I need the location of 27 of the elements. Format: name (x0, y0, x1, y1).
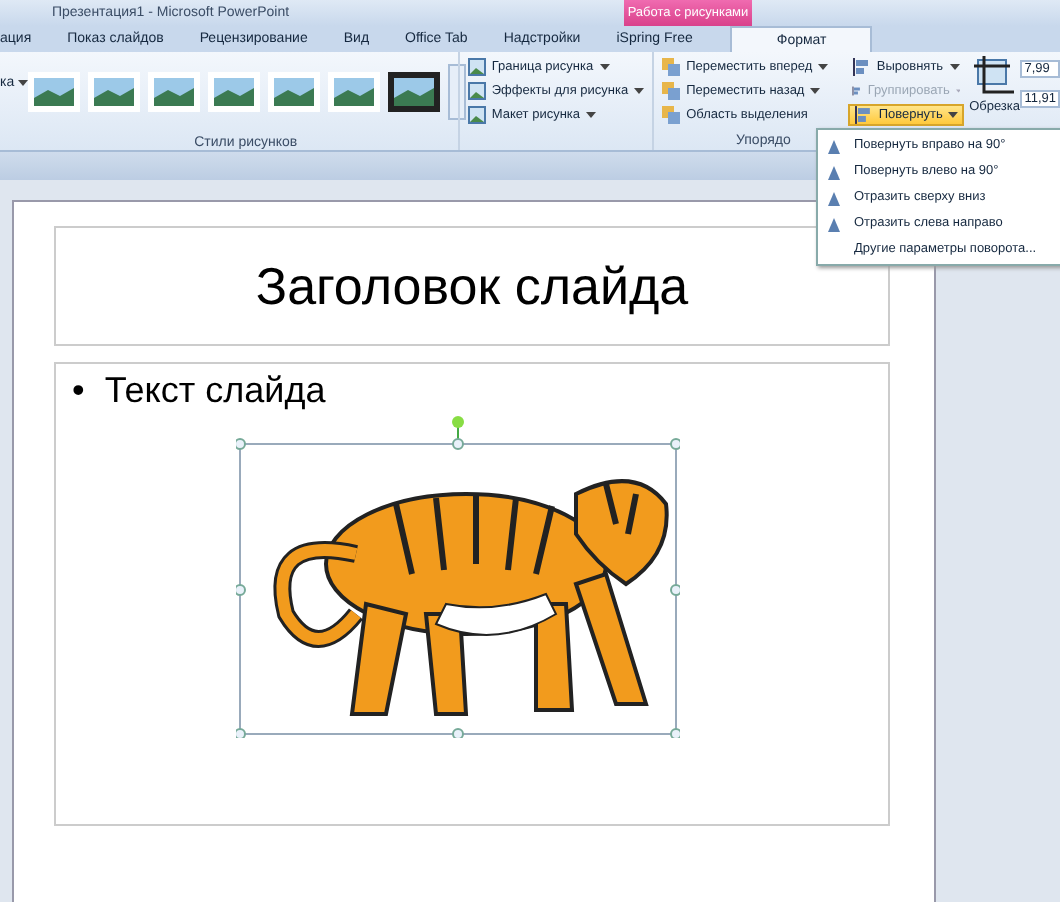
align-icon (854, 106, 873, 124)
caret-icon (599, 64, 610, 70)
slide-text: Текст слайда (104, 370, 326, 412)
caret-icon (948, 112, 959, 118)
picture-style-thumbnail[interactable] (28, 72, 81, 112)
slide-title: Заголовок слайда (255, 255, 689, 317)
caret-icon (949, 64, 960, 70)
caret-icon (586, 112, 597, 118)
align-icon (852, 82, 862, 100)
caret-icon (18, 79, 29, 85)
picture-icon (467, 58, 486, 76)
picture-style-thumbnail[interactable] (208, 72, 261, 112)
tiger-drawing[interactable] (236, 414, 680, 738)
caret-icon (818, 64, 829, 70)
picture-style-thumbnail[interactable] (388, 72, 441, 112)
picture-style-thumbnail[interactable] (268, 72, 321, 112)
picture-style-thumbnail[interactable] (88, 72, 141, 112)
caret-icon (810, 88, 821, 94)
caret-icon (634, 88, 645, 94)
picture-style-thumbnail[interactable] (148, 72, 201, 112)
picture-icon (467, 82, 486, 100)
picture-icon (467, 106, 486, 124)
bullet: • (72, 370, 85, 412)
content-placeholder[interactable]: • Текст слайда (54, 362, 890, 826)
align-icon (852, 58, 871, 76)
crop-icon[interactable] (974, 56, 1015, 96)
picture-style-thumbnail[interactable] (328, 72, 381, 112)
